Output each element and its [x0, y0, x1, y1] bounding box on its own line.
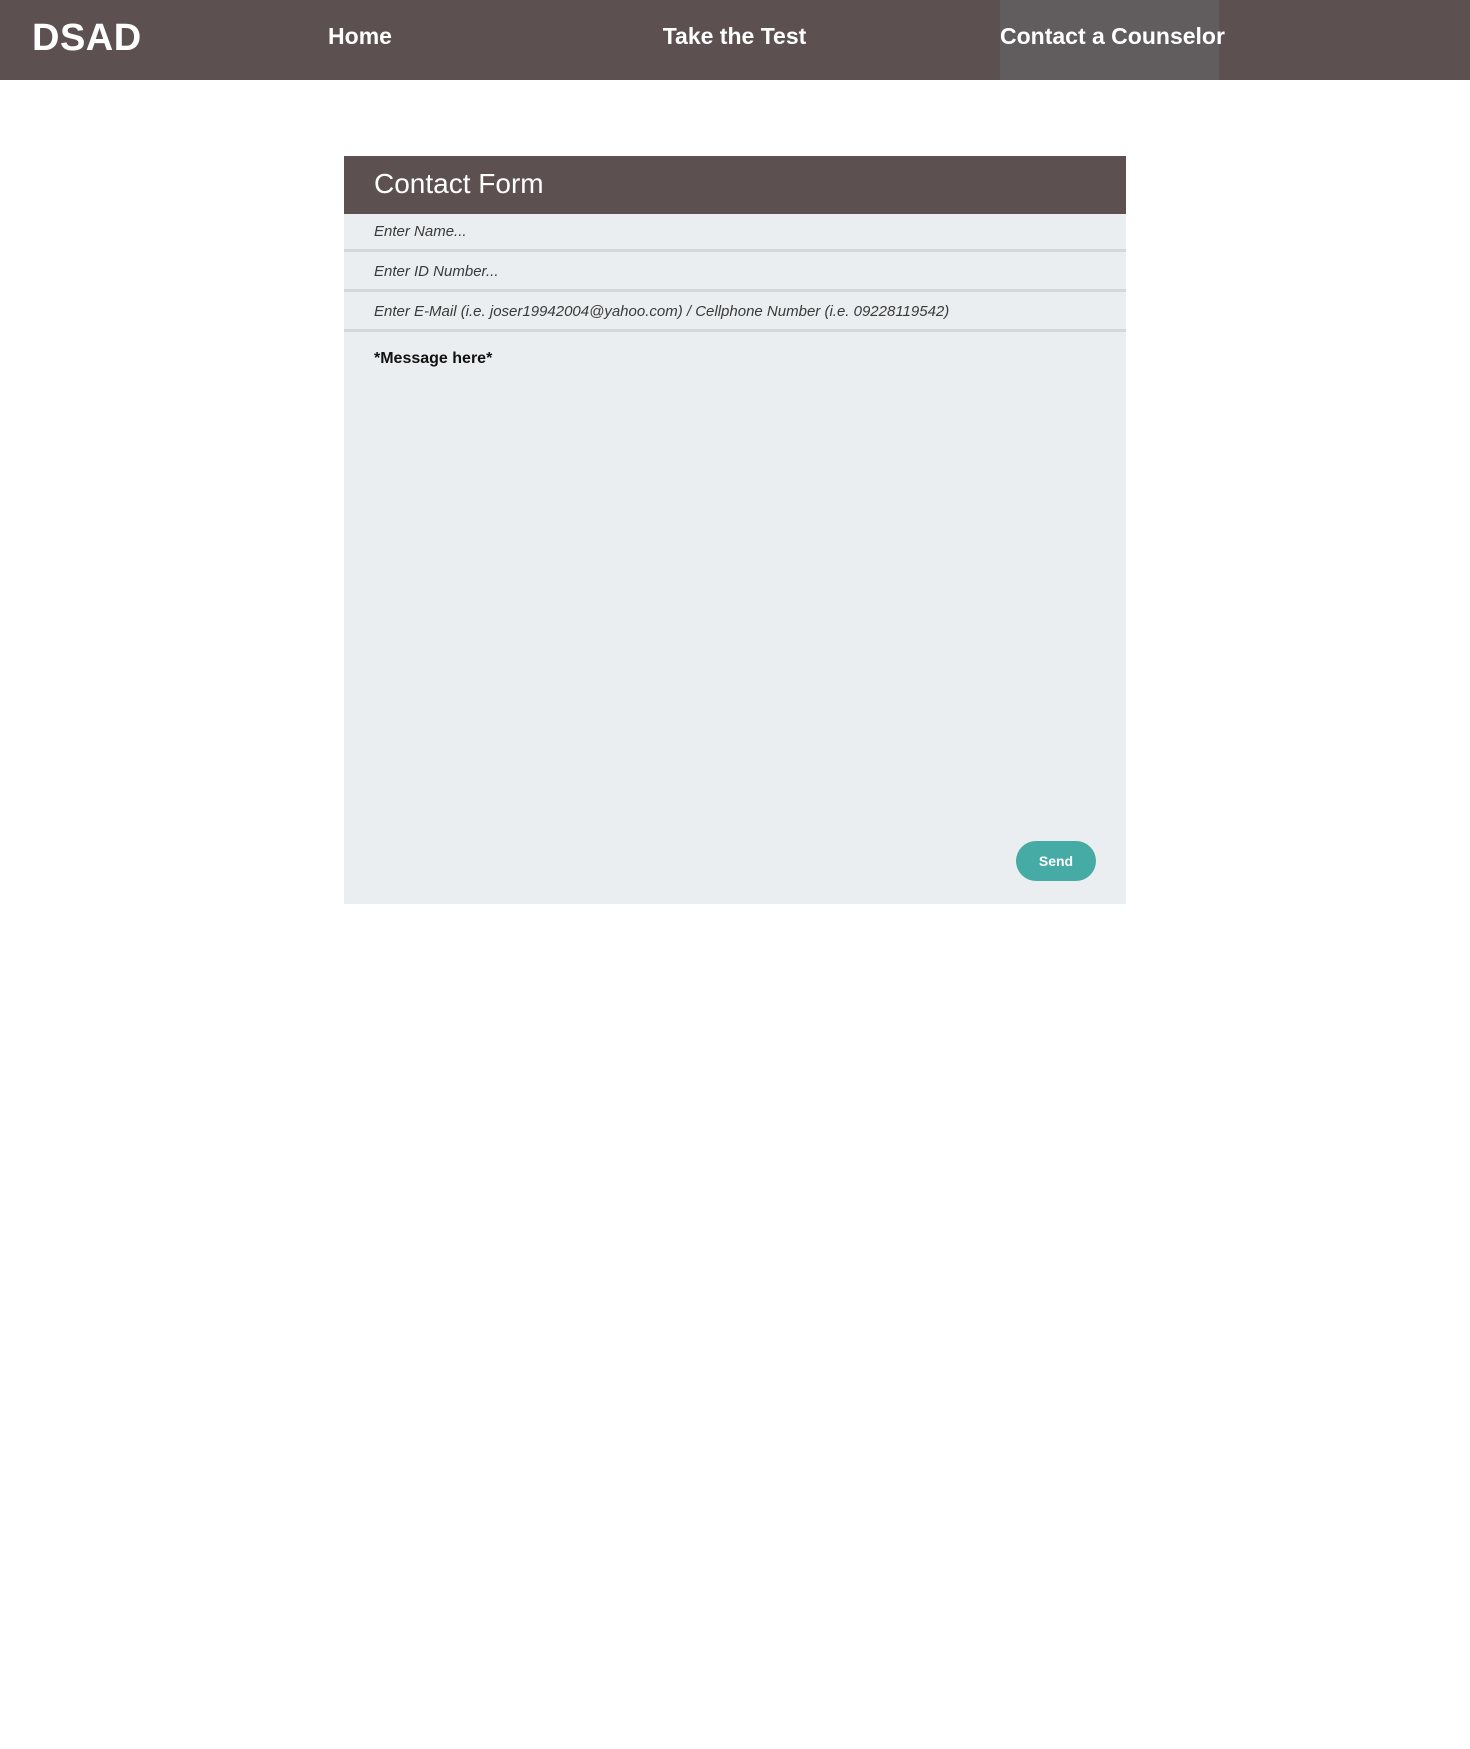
form-header: Contact Form [344, 156, 1126, 214]
top-navbar: DSAD Home Take the Test Contact a Counse… [0, 0, 1470, 80]
id-number-input[interactable] [344, 254, 1126, 292]
send-button[interactable]: Send [1016, 841, 1096, 881]
email-or-phone-input[interactable] [344, 294, 1126, 332]
name-input[interactable] [344, 214, 1126, 252]
contact-form-panel: Contact Form *Message here* Send [344, 156, 1126, 904]
nav-item-contact-counselor[interactable]: Contact a Counselor [1000, 0, 1225, 80]
form-title: Contact Form [374, 168, 544, 199]
message-textarea[interactable]: *Message here* [344, 334, 1126, 784]
nav-item-take-the-test[interactable]: Take the Test [652, 0, 817, 80]
nav-item-home[interactable]: Home [315, 0, 405, 80]
site-logo[interactable]: DSAD [32, 0, 142, 80]
